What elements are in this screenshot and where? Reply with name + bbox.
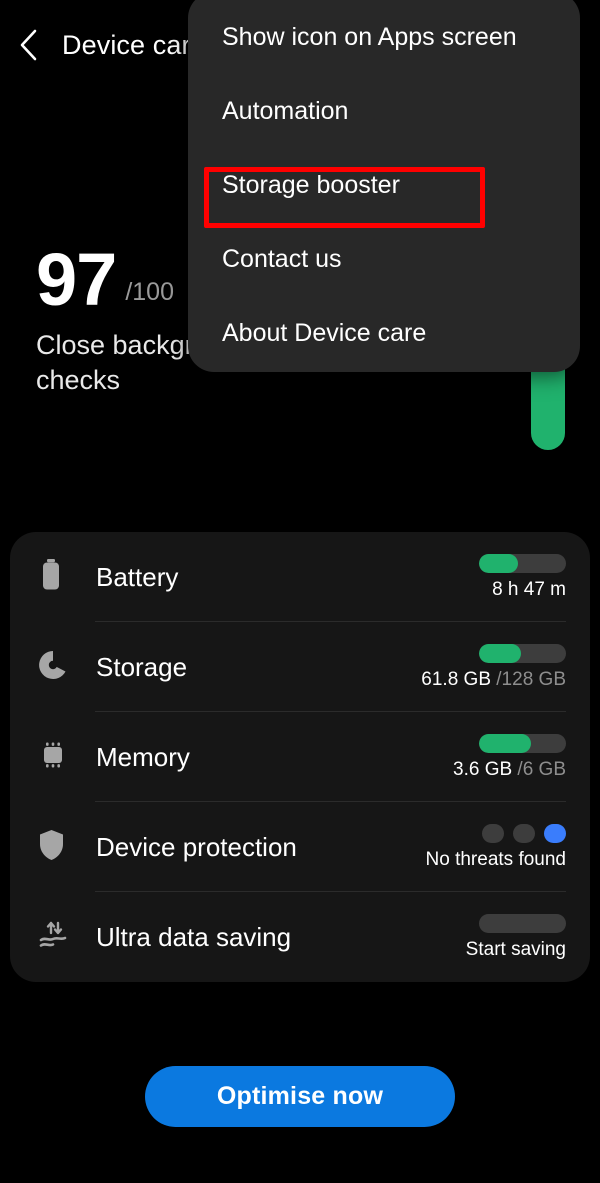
progress-bar-track: [479, 913, 566, 933]
score-value: 97: [36, 238, 117, 321]
status-row-indicator: 61.8 GB /128 GB: [421, 643, 566, 691]
status-row-indicator: No threats found: [425, 823, 566, 871]
status-row-label: Battery: [96, 561, 179, 592]
status-card: Battery 8 h 47 m Storage 61.8 GB /128 GB Mem…: [10, 532, 590, 982]
shield-icon: [38, 829, 65, 866]
device-care-screen: Device care 97 /100 Close background app…: [0, 0, 600, 1183]
progress-bar-track: [479, 733, 566, 753]
menu-item-show-icon-on-apps-screen[interactable]: Show icon on Apps screen: [188, 0, 580, 74]
progress-bar-fill: [479, 643, 521, 663]
data-saving-icon: [38, 920, 68, 955]
row-icon-wrap: [38, 920, 82, 955]
progress-bar-fill: [479, 733, 532, 753]
status-row-indicator: Start saving: [465, 913, 566, 961]
status-row-memory[interactable]: Memory 3.6 GB /6 GB: [10, 712, 590, 802]
page-title: Device care: [62, 29, 206, 60]
status-row-value-total: /6 GB: [517, 758, 566, 780]
status-row-value: No threats found: [425, 848, 566, 870]
back-button[interactable]: [0, 16, 58, 74]
menu-item-automation[interactable]: Automation: [188, 74, 580, 148]
status-dot: [482, 823, 504, 843]
status-row-label: Memory: [96, 741, 190, 772]
status-row-value: Start saving: [465, 938, 566, 960]
status-row-device-protection[interactable]: Device protection No threats found: [10, 802, 590, 892]
progress-bar-track: [479, 643, 566, 663]
status-row-indicator: 8 h 47 m: [479, 553, 566, 601]
menu-item-storage-booster[interactable]: Storage booster: [188, 148, 580, 222]
optimise-now-button[interactable]: Optimise now: [145, 1066, 455, 1127]
status-row-storage[interactable]: Storage 61.8 GB /128 GB: [10, 622, 590, 712]
row-icon-wrap: [38, 558, 82, 597]
status-row-label: Device protection: [96, 831, 297, 862]
status-row-value: 61.8 GB /128 GB: [421, 668, 566, 690]
row-icon-wrap: [38, 740, 82, 775]
status-dot: [513, 823, 535, 843]
row-icon-wrap: [38, 829, 82, 866]
status-row-ultra-data-saving[interactable]: Ultra data saving Start saving: [10, 892, 590, 982]
storage-pie-icon: [38, 650, 68, 685]
menu-item-about-device-care[interactable]: About Device care: [188, 296, 580, 370]
status-row-value: 8 h 47 m: [492, 578, 566, 600]
status-row-value-total: /128 GB: [496, 668, 566, 690]
progress-bar-fill: [479, 553, 519, 573]
status-row-label: Storage: [96, 651, 188, 682]
status-dots: [482, 823, 566, 843]
status-dot: [544, 823, 566, 843]
score-total: /100: [125, 278, 174, 307]
overflow-menu: Show icon on Apps screen Automation Storag…: [188, 0, 580, 372]
battery-icon: [38, 558, 64, 597]
memory-chip-icon: [38, 740, 68, 775]
menu-item-contact-us[interactable]: Contact us: [188, 222, 580, 296]
progress-bar-track: [479, 553, 566, 573]
status-row-battery[interactable]: Battery 8 h 47 m: [10, 532, 590, 622]
chevron-left-icon: [17, 28, 41, 62]
status-row-value: 3.6 GB /6 GB: [453, 758, 566, 780]
status-row-label: Ultra data saving: [96, 921, 292, 952]
row-icon-wrap: [38, 650, 82, 685]
status-row-indicator: 3.6 GB /6 GB: [453, 733, 566, 781]
